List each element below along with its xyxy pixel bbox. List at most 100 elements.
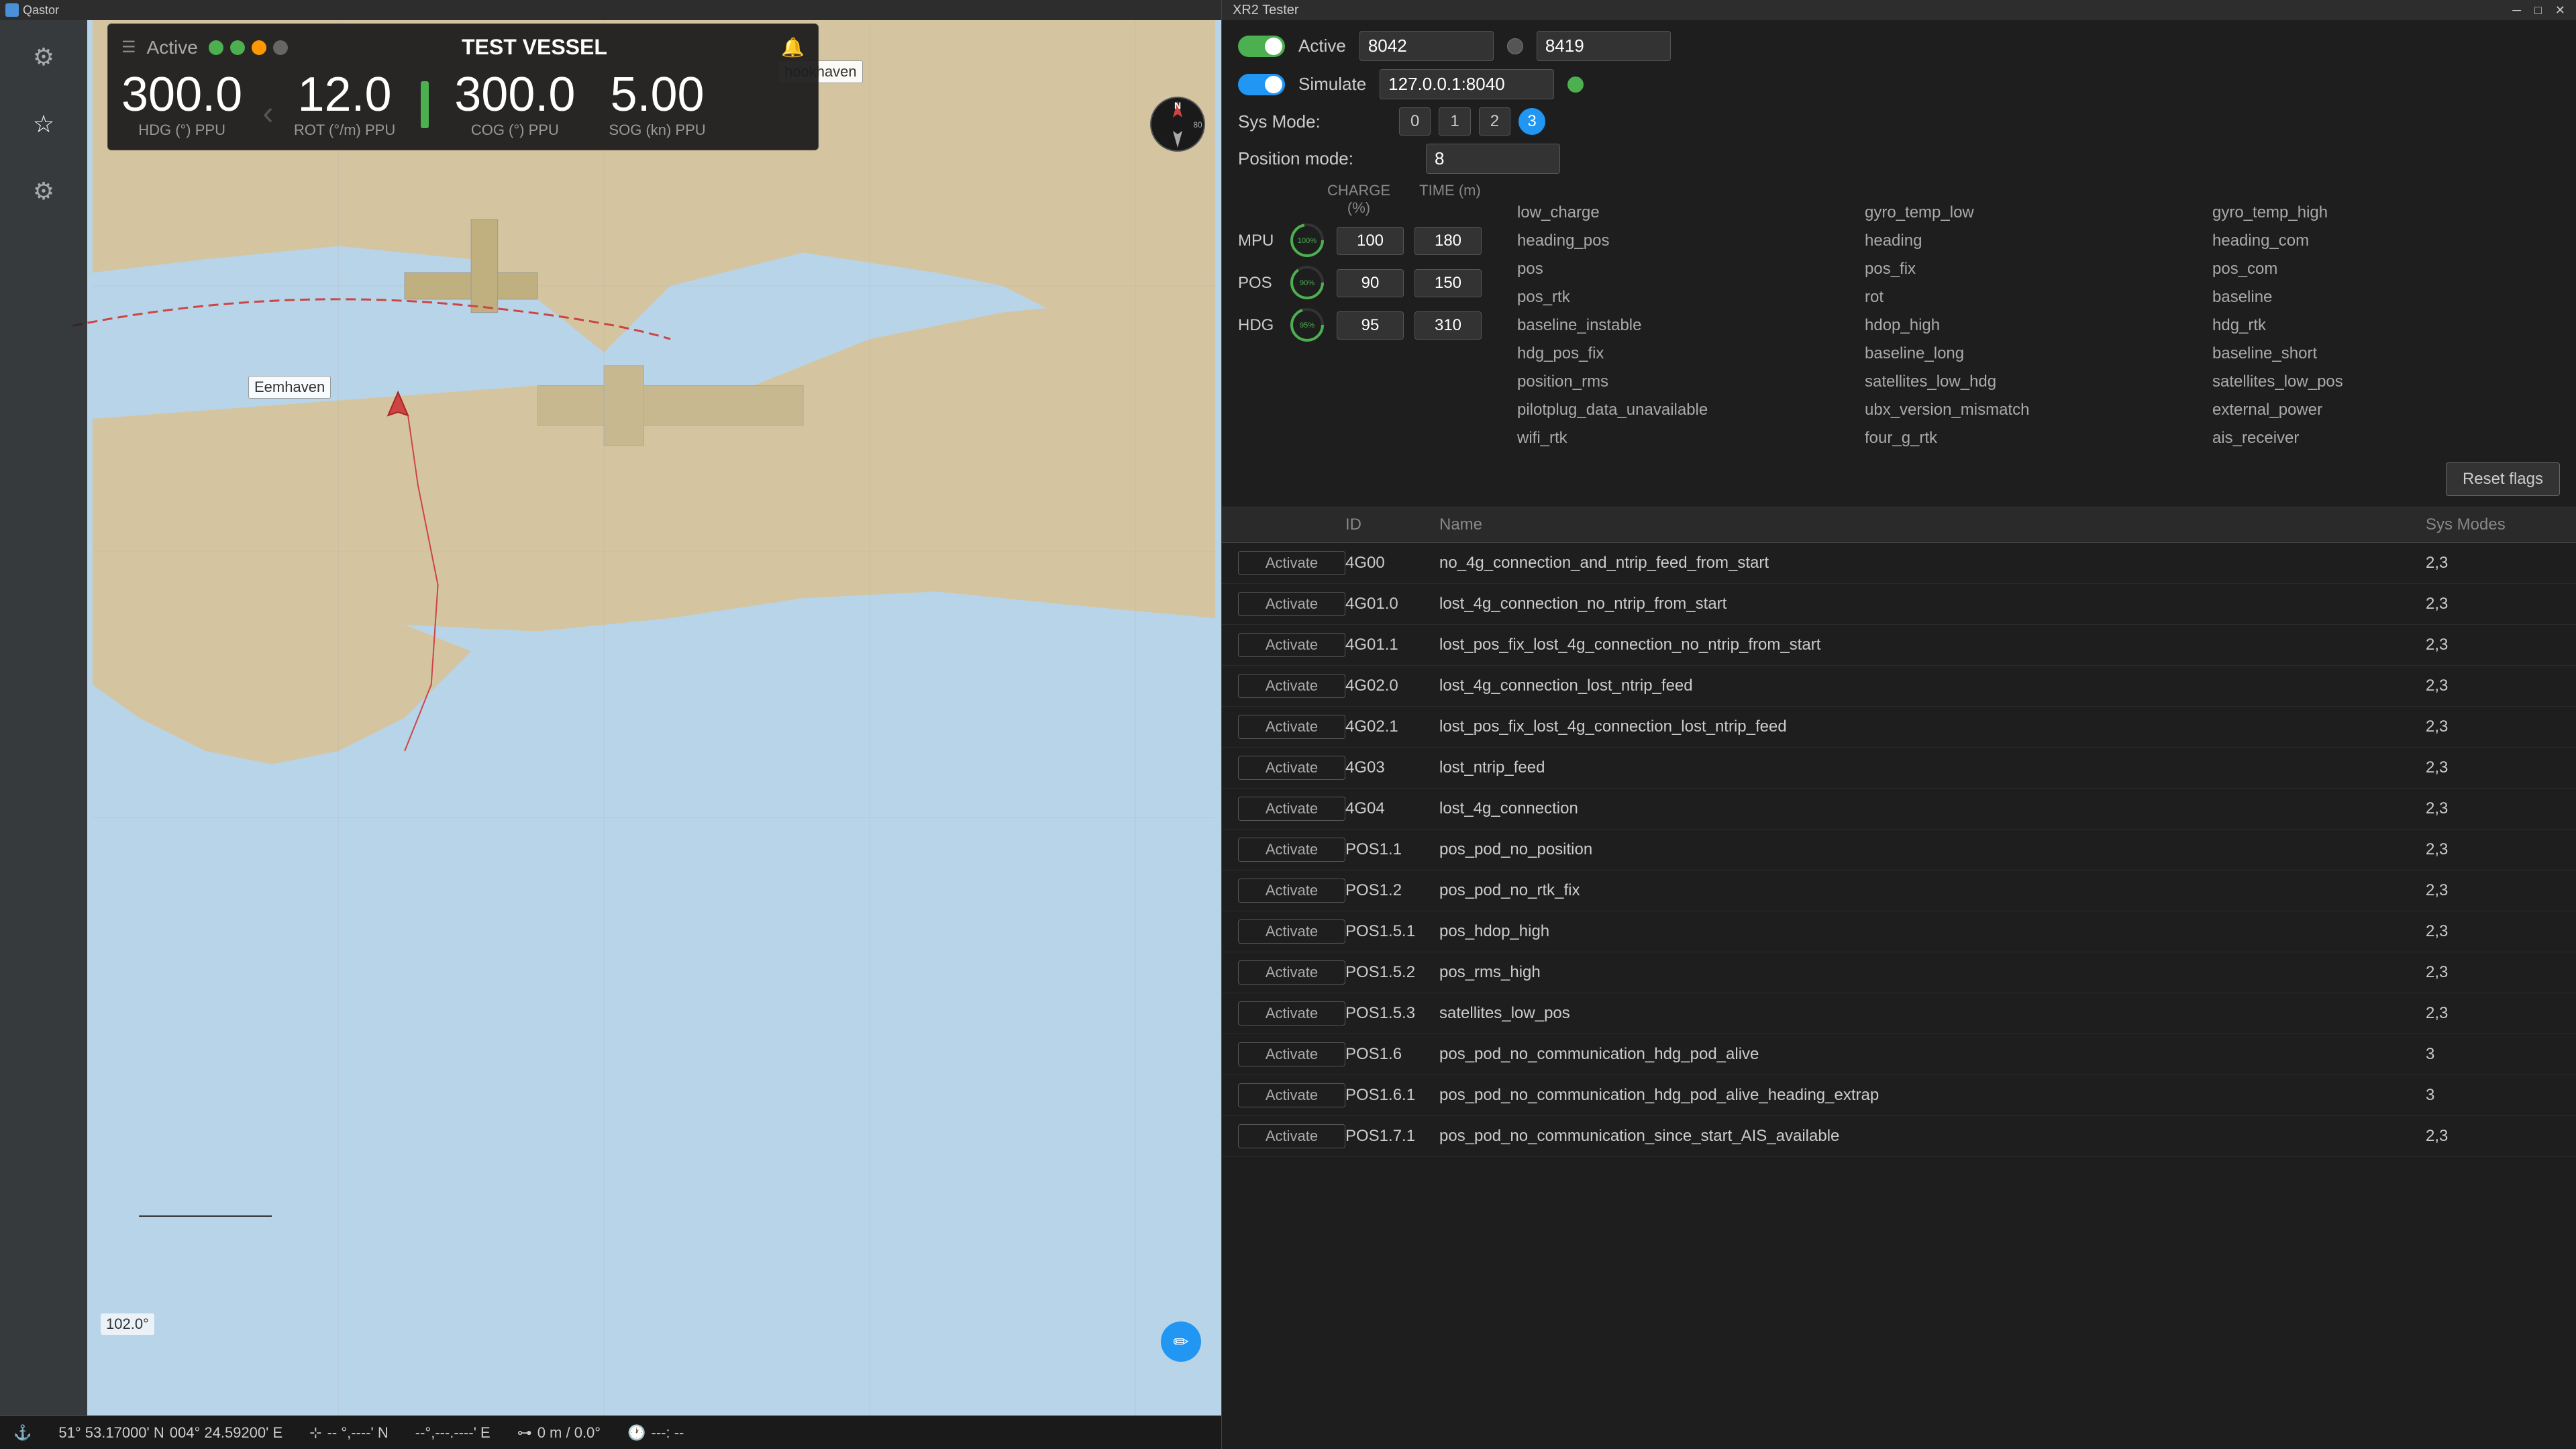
activate-4g020-button[interactable]: Activate — [1238, 674, 1345, 698]
activate-pos161-button[interactable]: Activate — [1238, 1083, 1345, 1107]
location-label-eemhaven: Eemhaven — [248, 376, 331, 399]
flags-col1: low_charge heading_pos pos pos_rtk basel… — [1517, 201, 1865, 450]
table-row: Activate POS1.2 pos_pod_no_rtk_fix 2,3 — [1222, 870, 2576, 911]
activate-pos153-button[interactable]: Activate — [1238, 1001, 1345, 1026]
mpu-charge-input[interactable] — [1337, 227, 1404, 255]
flag-gyro-temp-low: gyro_temp_low — [1865, 201, 2212, 225]
activate-pos12-button[interactable]: Activate — [1238, 879, 1345, 903]
activate-pos151-button[interactable]: Activate — [1238, 919, 1345, 944]
simulate-ip-input[interactable] — [1380, 69, 1554, 99]
pos-label: POS — [1238, 274, 1278, 293]
sys-mode-label: Sys Mode: — [1238, 111, 1386, 132]
vessel-name: TEST VESSEL — [462, 35, 607, 60]
table-row: Activate POS1.1 pos_pod_no_position 2,3 — [1222, 830, 2576, 870]
hdg-time-input[interactable] — [1414, 311, 1482, 340]
simulate-toggle[interactable] — [1238, 74, 1285, 95]
flag-baseline-instable: baseline_instable — [1517, 313, 1865, 338]
hdg-label-dev: HDG — [1238, 316, 1278, 335]
row-id: POS1.5.2 — [1345, 963, 1439, 982]
table-row: Activate 4G03 lost_ntrip_feed 2,3 — [1222, 748, 2576, 789]
row-sys-modes: 2,3 — [2426, 554, 2560, 572]
row-name: pos_pod_no_communication_hdg_pod_alive — [1439, 1045, 2426, 1064]
row-sys-modes: 2,3 — [2426, 963, 2560, 982]
row-id: 4G02.1 — [1345, 717, 1439, 736]
active-label: Active — [1298, 36, 1346, 56]
status-coords-lat: 51° 53.17000' N — [58, 1424, 164, 1442]
minimize-button[interactable]: ─ — [2512, 3, 2521, 17]
row-id: 4G01.1 — [1345, 636, 1439, 654]
activate-4g03-button[interactable]: Activate — [1238, 756, 1345, 780]
position-mode-input[interactable] — [1426, 144, 1560, 174]
hdg-charge-input[interactable] — [1337, 311, 1404, 340]
maximize-button[interactable]: □ — [2534, 3, 2542, 17]
svg-text:90%: 90% — [1300, 279, 1315, 287]
row-name: pos_pod_no_communication_since_start_AIS… — [1439, 1127, 2426, 1146]
mpu-time-input[interactable] — [1414, 227, 1482, 255]
map-canvas: hookhaven Eemhaven 102.0° N 80 ✏ — [0, 20, 1221, 1415]
row-name: lost_4g_connection_lost_ntrip_feed — [1439, 677, 2426, 695]
hdg-label: HDG (°) PPU — [138, 121, 225, 139]
table-col-action — [1238, 515, 1345, 534]
table-row: Activate POS1.6 pos_pod_no_communication… — [1222, 1034, 2576, 1075]
sidebar-icon-settings[interactable]: ⚙ — [20, 34, 67, 81]
activate-4g04-button[interactable]: Activate — [1238, 797, 1345, 821]
row-id: 4G01.0 — [1345, 595, 1439, 613]
edit-button[interactable]: ✏ — [1161, 1321, 1201, 1362]
row-sys-modes: 2,3 — [2426, 758, 2560, 777]
row-id: 4G03 — [1345, 758, 1439, 777]
sidebar-icon-star[interactable]: ☆ — [20, 101, 67, 148]
right-app-title: XR2 Tester — [1233, 3, 1299, 18]
flags-col2: gyro_temp_low heading pos_fix rot hdop_h… — [1865, 201, 2212, 450]
table-row: Activate 4G00 no_4g_connection_and_ntrip… — [1222, 543, 2576, 584]
sys-mode-1[interactable]: 1 — [1439, 107, 1470, 136]
pos-time-input[interactable] — [1414, 269, 1482, 297]
sog-label: SOG (kn) PPU — [609, 121, 705, 139]
activate-4g010-button[interactable]: Activate — [1238, 592, 1345, 616]
close-button[interactable]: ✕ — [2555, 3, 2565, 17]
sys-mode-0[interactable]: 0 — [1399, 107, 1431, 136]
flag-baseline-long: baseline_long — [1865, 342, 2212, 366]
activate-pos152-button[interactable]: Activate — [1238, 960, 1345, 985]
row-sys-modes: 2,3 — [2426, 840, 2560, 859]
map-panel: Qastor ⚙ ☆ ⚙ — [0, 0, 1221, 1449]
status-time: ---: -- — [652, 1424, 684, 1442]
active-toggle-thumb — [1265, 38, 1282, 55]
flag-heading: heading — [1865, 229, 2212, 253]
simulate-toggle-thumb — [1265, 76, 1282, 93]
activate-pos11-button[interactable]: Activate — [1238, 838, 1345, 862]
active-port-input2[interactable] — [1537, 31, 1671, 61]
pos-charge-input[interactable] — [1337, 269, 1404, 297]
row-sys-modes: 2,3 — [2426, 595, 2560, 613]
activate-4g00-button[interactable]: Activate — [1238, 551, 1345, 575]
sys-mode-2[interactable]: 2 — [1479, 107, 1510, 136]
table-row: Activate 4G04 lost_4g_connection 2,3 — [1222, 789, 2576, 830]
table-col-sys-modes: Sys Modes — [2426, 515, 2560, 534]
row-sys-modes: 2,3 — [2426, 636, 2560, 654]
bell-icon[interactable]: 🔔 — [781, 36, 805, 58]
charge-header: CHARGE (%) — [1319, 182, 1399, 217]
right-panel: XR2 Tester ─ □ ✕ Active — [1221, 0, 2576, 1449]
sys-mode-3[interactable]: 3 — [1518, 108, 1545, 135]
activate-4g011-button[interactable]: Activate — [1238, 633, 1345, 657]
table-row: Activate 4G01.1 lost_pos_fix_lost_4g_con… — [1222, 625, 2576, 666]
row-sys-modes: 3 — [2426, 1045, 2560, 1064]
flag-external-power: external_power — [2212, 398, 2560, 422]
mpu-gauge: 100% — [1289, 222, 1326, 259]
activate-pos171-button[interactable]: Activate — [1238, 1124, 1345, 1148]
flag-four-g-rtk: four_g_rtk — [1865, 426, 2212, 450]
row-sys-modes: 2,3 — [2426, 799, 2560, 818]
active-port-input[interactable] — [1359, 31, 1494, 61]
activate-4g021-button[interactable]: Activate — [1238, 715, 1345, 739]
flag-hdg-pos-fix: hdg_pos_fix — [1517, 342, 1865, 366]
sidebar-icon-config[interactable]: ⚙ — [20, 168, 67, 215]
active-toggle[interactable] — [1238, 36, 1285, 57]
row-sys-modes: 2,3 — [2426, 1004, 2560, 1023]
status-coords-lon: 004° 24.59200' E — [170, 1424, 282, 1442]
row-name: lost_4g_connection_no_ntrip_from_start — [1439, 595, 2426, 613]
row-sys-modes: 2,3 — [2426, 881, 2560, 900]
row-id: POS1.1 — [1345, 840, 1439, 859]
reset-flags-button[interactable]: Reset flags — [2446, 462, 2560, 496]
row-name: lost_pos_fix_lost_4g_connection_no_ntrip… — [1439, 636, 2426, 654]
hamburger-icon[interactable]: ☰ — [121, 38, 136, 57]
activate-pos16-button[interactable]: Activate — [1238, 1042, 1345, 1066]
